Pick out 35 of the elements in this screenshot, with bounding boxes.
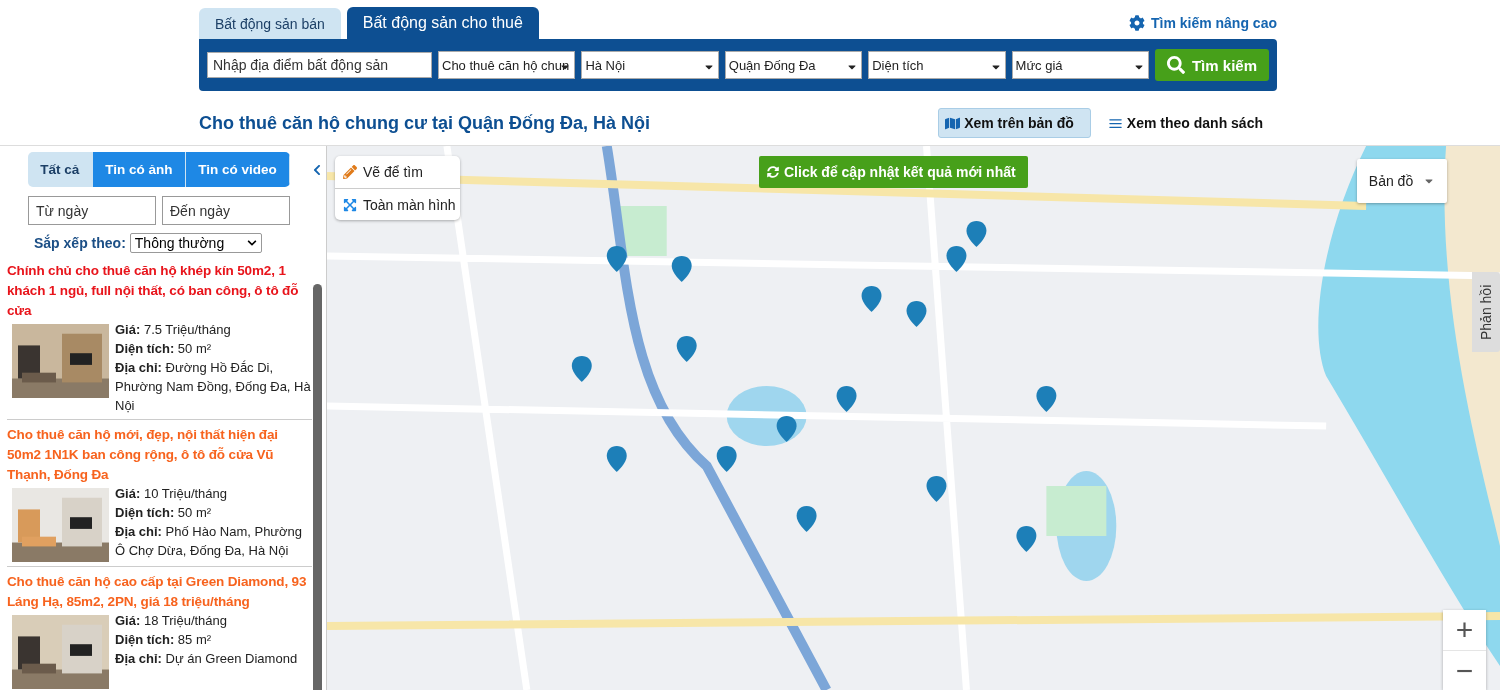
filter-dropdown[interactable]: Diện tích [868,51,1006,79]
map-type-dropdown[interactable]: Bản đồ [1357,159,1447,203]
sort-dropdown[interactable]: Thông thường [129,233,262,253]
zoom-out-button[interactable]: − [1443,650,1486,690]
sort-label: Sắp xếp theo: [34,235,126,251]
map-tool-button[interactable]: Vẽ để tìm [335,156,460,188]
view-toggle[interactable]: Xem trên bản đồ [938,108,1091,138]
filter-tab[interactable]: Tin có video [185,152,290,187]
zoom-in-button[interactable]: + [1443,610,1486,650]
map-tool-button[interactable]: Toàn màn hình [335,188,460,220]
listing-title[interactable]: Chính chủ cho thuê căn hộ khép kín 50m2, 1 khách 1 ngủ, full nội thất, có ban công, ô tô đỗ cửa [7,261,312,321]
category-tab[interactable]: Bất động sản cho thuê [346,7,539,39]
date-field[interactable]: Đến ngày [162,196,290,225]
listing-detail: Giá: 10 Triệu/tháng [115,485,229,503]
advanced-search-link[interactable]: Tìm kiếm nâng cao [1128,15,1277,31]
page-heading: Cho thuê căn hộ chung cư tại Quận Đống Đa, Hà Nội [199,112,651,134]
filter-dropdown[interactable]: Hà Nội [581,51,719,79]
filter-dropdown[interactable]: Mức giá [1011,51,1149,79]
feedback-tab[interactable]: Phản hồi [1472,272,1500,352]
date-field[interactable]: Từ ngày [28,196,156,225]
listing-detail: Diện tích: 85 m² [115,631,213,649]
listing-detail: Địa chỉ: Đường Hồ Đắc Di, Phường Nam Đồng, Đống Đa, Hà Nội [115,359,312,415]
category-tab[interactable]: Bất động sản bán [199,8,341,39]
filter-dropdown[interactable]: Quận Đống Đa [724,51,863,79]
listing-detail: Địa chỉ: Phố Hào Nam, Phường Ô Chợ Dừa, Đống Đa, Hà Nội [115,523,304,560]
listing-detail: Giá: 18 Triệu/tháng [115,612,229,630]
filter-dropdown[interactable]: Cho thuê căn hộ chun [438,51,576,79]
location-field[interactable]: Nhập địa điểm bất động sản [207,52,432,78]
filter-tab[interactable]: Tin có ảnh [92,152,186,187]
listing-detail: Diện tích: 50 m² [115,340,213,358]
listing-detail: Địa chỉ: Dự án Green Diamond [115,650,298,668]
filter-tab[interactable]: Tất cả [28,152,93,187]
view-toggle[interactable]: Xem theo danh sách [1100,108,1280,138]
listing-detail: Giá: 7.5 Triệu/tháng [115,321,232,339]
listing-detail: Diện tích: 50 m² [115,504,213,522]
